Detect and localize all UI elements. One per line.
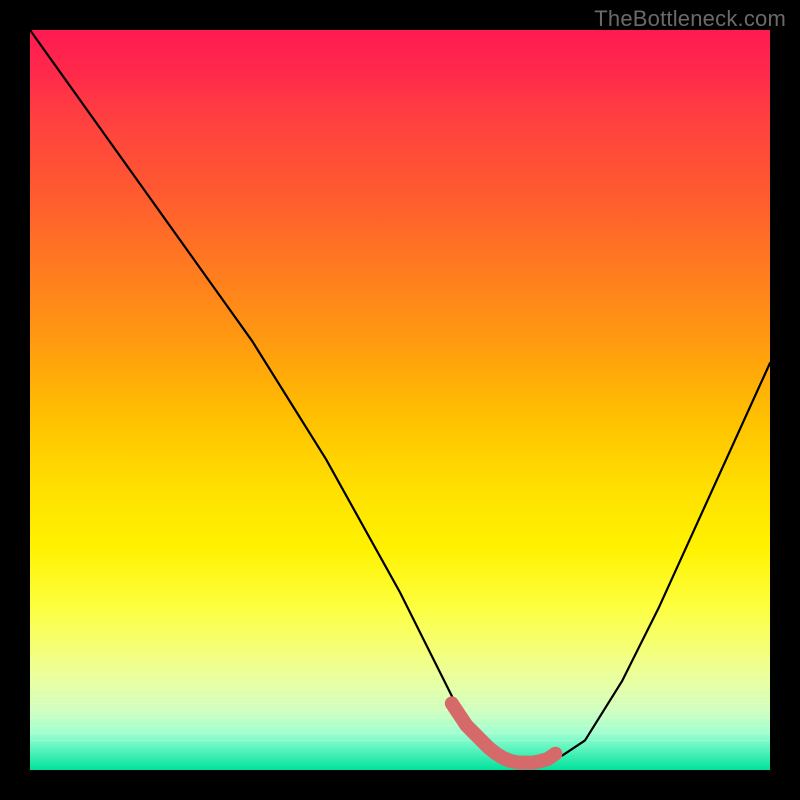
chart-frame: TheBottleneck.com <box>0 0 800 800</box>
watermark-text: TheBottleneck.com <box>594 6 786 32</box>
curve-layer <box>30 30 770 770</box>
plot-area <box>30 30 770 770</box>
bottleneck-curve <box>30 30 770 763</box>
gradient-stripes <box>30 659 770 740</box>
